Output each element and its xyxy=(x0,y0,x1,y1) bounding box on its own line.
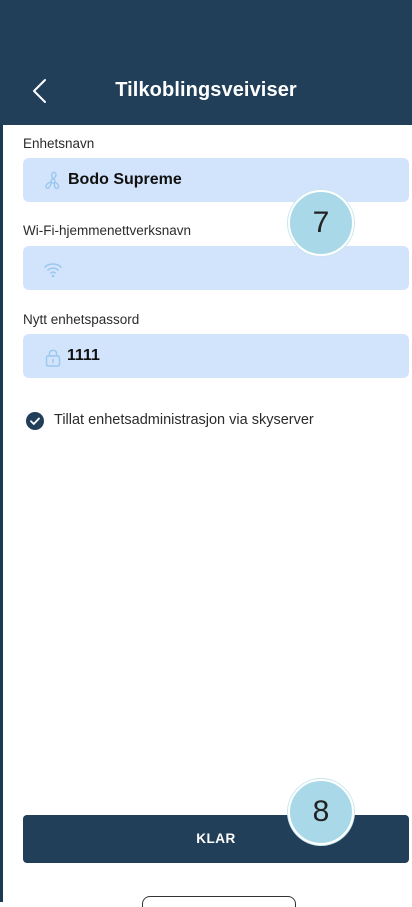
new-password-label: Nytt enhetspassord xyxy=(23,312,140,327)
wifi-icon xyxy=(44,263,62,278)
fan-icon xyxy=(45,171,60,190)
step-badge-top: 7 xyxy=(288,190,354,256)
cloud-admin-label: Tillat enhetsadministrasjon via skyserve… xyxy=(54,412,314,428)
check-circle-icon xyxy=(30,417,40,425)
new-password-field[interactable]: 1111 xyxy=(23,334,409,378)
app-header: Tilkoblingsveiviser xyxy=(0,0,412,125)
device-name-label: Enhetsnavn xyxy=(23,136,95,151)
step-badge-bottom: 8 xyxy=(288,779,354,845)
new-password-value: 1111 xyxy=(67,347,100,364)
page-title: Tilkoblingsveiviser xyxy=(115,79,297,101)
lock-icon xyxy=(45,349,61,367)
wifi-name-label: Wi-Fi-hjemmenettverksnavn xyxy=(23,223,192,238)
device-name-field[interactable]: Bodo Supreme xyxy=(23,158,409,202)
left-edge-rule xyxy=(0,0,3,902)
wifi-name-field[interactable] xyxy=(23,246,409,290)
device-name-value: Bodo Supreme xyxy=(68,171,182,188)
cloud-admin-checkbox[interactable] xyxy=(26,412,44,430)
